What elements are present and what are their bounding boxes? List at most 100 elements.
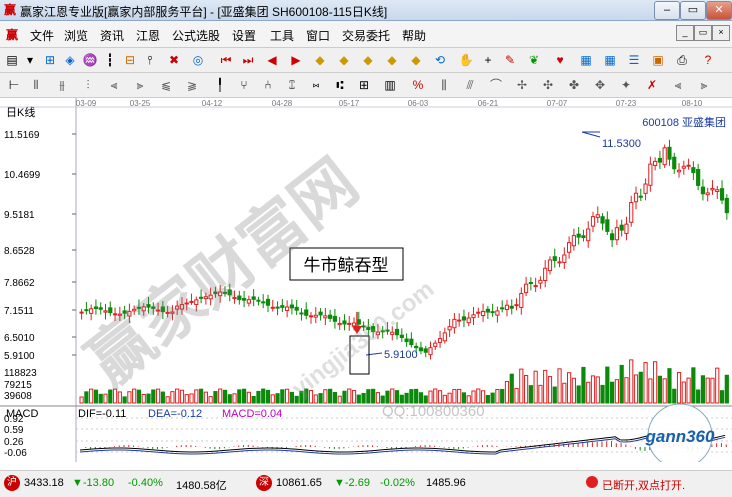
kline-icon[interactable]: ⊞ [42,52,58,68]
dropdown-icon[interactable]: ▾ [22,52,38,68]
pen-icon[interactable]: ✎ [502,52,518,68]
date-tick: 06-21 [478,99,499,108]
menu-trade[interactable]: 交易委托 [342,27,390,44]
hexagon-icon[interactable]: ✥ [592,77,608,93]
more-icon[interactable]: ⫸ [696,77,712,93]
volume-tick: 118823 [4,368,37,379]
date-tick: 03-25 [130,99,151,108]
calendar-icon[interactable]: ▦ [578,52,594,68]
zoom-out-icon[interactable]: ◆ [336,52,352,68]
gann-line-icon[interactable]: ⫴ [28,77,44,93]
index-sh-icon[interactable]: 沪 [4,475,20,491]
gann360-logo: gann360 [645,403,715,469]
title-bar: 赢 赢家江恩专业版[赢家内部服务平台] - [亚盛集团 SH600108-115… [0,0,732,21]
menu-bar: 赢 文件 浏览 资讯 江恩 公式选股 设置 工具 窗口 交易委托 帮助 _ ▭ … [0,21,732,48]
date-tick: 04-28 [272,99,293,108]
indicator-icon[interactable]: ⫯ [142,52,158,68]
mdi-restore-button[interactable]: ▭ [694,25,712,41]
move-up-icon[interactable]: ◆ [360,52,376,68]
price-tick: 7.8662 [4,278,35,289]
menu-info[interactable]: 资讯 [100,27,124,44]
bars-icon[interactable]: ┇ [102,52,118,68]
arc-icon[interactable]: ⌒ [488,77,504,93]
connection-notice[interactable]: 已断开,双点打开. [602,477,685,493]
next-icon[interactable]: ▶ [288,52,304,68]
menu-window[interactable]: 窗口 [306,27,330,44]
parallel-icon[interactable]: ⑂ [236,77,252,93]
zoom-in-icon[interactable]: ◆ [312,52,328,68]
index-sz-icon[interactable]: 深 [256,475,272,491]
spiral-icon[interactable]: ✢ [514,77,530,93]
qq-watermark: QQ:100800360 [382,403,485,420]
maximize-button[interactable]: ▭ [680,1,706,20]
folder-icon[interactable]: ▣ [650,52,666,68]
hand-icon[interactable]: ✋ [458,52,474,68]
target-icon[interactable]: ◎ [190,52,206,68]
stock-label: 600108 亚盛集团 [642,115,726,129]
last-page-icon[interactable]: ⏭ [240,52,256,68]
cross-icon[interactable]: ✖ [166,52,182,68]
date-tick: 05-17 [339,99,360,108]
gann-fan-icon[interactable]: ⫵ [54,77,70,93]
macd-dea: DEA=-0.12 [148,408,202,420]
menu-help[interactable]: 帮助 [402,27,426,44]
menu-gann[interactable]: 江恩 [136,27,160,44]
index2-pct: -0.02% [380,477,415,489]
kline-chart-panel[interactable]: 03-09 03-25 04-12 04-28 05-17 06-03 06-21 07-07… [0,98,732,469]
crosshair-icon[interactable]: + [480,52,496,68]
macd-tick: -0.06 [4,448,27,459]
gann-time-icon[interactable]: ⫺ [184,77,200,93]
percent-icon[interactable]: % [410,77,426,93]
question-icon[interactable]: ? [700,52,716,68]
kline-chart-svg[interactable]: 03-09 03-25 04-12 04-28 05-17 06-03 06-21 07-07… [0,98,732,469]
menu-tools[interactable]: 工具 [270,27,294,44]
cursor-icon[interactable]: ⊢ [6,77,22,93]
box-icon[interactable]: ⊞ [356,77,372,93]
calc-icon[interactable]: ▦ [602,52,618,68]
circle-icon[interactable]: ✦ [618,77,634,93]
delete-icon[interactable]: ✗ [644,77,660,93]
index2-change: ▼-2.69 [334,477,370,489]
print-icon[interactable]: ⎙ [674,52,690,68]
mdi-close-button[interactable]: × [712,25,730,41]
channel-icon[interactable]: ⑃ [260,77,276,93]
refresh-icon[interactable]: ⟲ [432,52,448,68]
properties-icon[interactable]: ⫷ [670,77,686,93]
ruler-icon[interactable]: ⫼ [436,77,452,93]
price-tick: 9.5181 [4,210,35,221]
price-tick: 10.4699 [4,170,41,181]
table-icon[interactable]: ▥ [382,77,398,93]
grid-icon[interactable]: ⊟ [122,52,138,68]
price-tick: 6.5010 [4,333,35,344]
gann-grid-icon[interactable]: ⫶ [80,77,96,93]
gann-angle-icon[interactable]: ⫹ [158,77,174,93]
analysis-icon[interactable]: ♒ [82,52,98,68]
move-down-icon[interactable]: ◆ [384,52,400,68]
chart-icon[interactable]: ◈ [62,52,78,68]
draw-icon[interactable]: ❦ [526,52,542,68]
gann-box-icon[interactable]: ⫸ [132,77,148,93]
menu-file[interactable]: 文件 [30,27,54,44]
square-nine-icon[interactable]: ✤ [566,77,582,93]
layout-icon[interactable]: ▤ [4,52,20,68]
menu-settings[interactable]: 设置 [232,27,256,44]
close-button[interactable]: ✕ [706,1,732,20]
fibonacci-icon[interactable]: ⑄ [284,77,300,93]
first-page-icon[interactable]: ⏮ [218,52,234,68]
menu-formula-select[interactable]: 公式选股 [172,27,220,44]
line-icon[interactable]: ╿ [212,77,228,93]
wave-icon[interactable]: ⑆ [332,77,348,93]
rotate-icon[interactable]: ◆ [408,52,424,68]
list-icon[interactable]: ☰ [626,52,642,68]
index1-change: ▼-13.80 [72,477,115,489]
star-icon[interactable]: ✣ [540,77,556,93]
measure-icon[interactable]: ⫻ [462,77,478,93]
menu-browse[interactable]: 浏览 [64,27,88,44]
minimize-button[interactable]: – [654,1,680,20]
heart-icon[interactable]: ♥ [552,52,568,68]
mdi-minimize-button[interactable]: _ [676,25,694,41]
price-tick: 7.1511 [4,306,34,317]
gann-square-icon[interactable]: ⫷ [106,77,122,93]
prev-icon[interactable]: ◀ [264,52,280,68]
cycle-icon[interactable]: ⑅ [308,77,324,93]
